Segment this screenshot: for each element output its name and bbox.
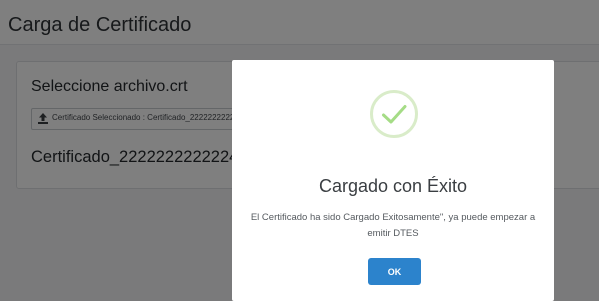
modal-title: Cargado con Éxito: [318, 176, 468, 196]
check-circle-icon: [370, 90, 418, 138]
modal-message: El Certificado ha sido Cargado Exitosame…: [250, 212, 536, 239]
ok-button[interactable]: OK: [368, 258, 421, 285]
success-modal: Cargado con Éxito El Certificado ha sido…: [232, 60, 554, 301]
